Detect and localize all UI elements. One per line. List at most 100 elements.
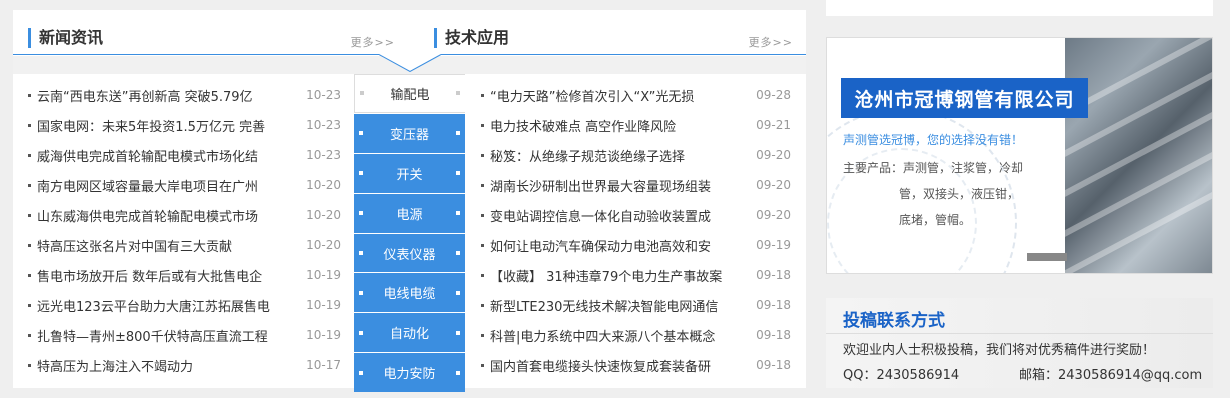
bullet-icon bbox=[481, 363, 484, 367]
list-item[interactable]: 扎鲁特—青州±800千伏特高压直流工程 10-19 bbox=[28, 320, 341, 350]
tech-date: 09-21 bbox=[756, 118, 791, 132]
category-tab-active[interactable]: 输配电 bbox=[354, 74, 465, 113]
category-tab[interactable]: 电力安防 bbox=[354, 353, 465, 393]
news-link[interactable]: 远光电123云平台助力大唐江苏拓展售电 bbox=[37, 296, 280, 315]
tech-date: 09-20 bbox=[756, 178, 791, 192]
bullet-icon bbox=[28, 363, 31, 367]
ad-slider-indicator bbox=[1027, 253, 1067, 261]
list-item[interactable]: 新型LTE230无线技术解决智能电网通信 09-18 bbox=[481, 290, 791, 320]
category-label: 电力安防 bbox=[383, 367, 436, 383]
list-item[interactable]: 南方电网区域容量最大岸电项目在广州 10-20 bbox=[28, 170, 341, 200]
tech-link[interactable]: 电力技术破难点 高空作业降风险 bbox=[490, 116, 742, 135]
list-item[interactable]: 国家电网：未来5年投资1.5万亿元 完善 10-23 bbox=[28, 110, 341, 140]
dot-icon bbox=[359, 330, 363, 335]
steel-pipes-photo bbox=[1055, 38, 1212, 273]
dot-icon bbox=[456, 370, 460, 375]
divider bbox=[826, 333, 1213, 334]
list-item[interactable]: 特高压这张名片对中国有三大贡献 10-20 bbox=[28, 230, 341, 260]
list-item[interactable]: 特高压为上海注入不竭动力 10-17 bbox=[28, 350, 341, 380]
list-item[interactable]: 国内首套电缆接头快速恢复成套装备研 09-18 bbox=[481, 350, 791, 380]
ad-banner[interactable]: 沧州市冠博钢管有限公司 声测管选冠博，您的选择没有错！ 主要产品：声测管，注浆管… bbox=[826, 37, 1213, 274]
news-more-link[interactable]: 更多>> bbox=[351, 34, 395, 50]
dot-icon bbox=[456, 211, 460, 216]
list-item[interactable]: 电力技术破难点 高空作业降风险 09-21 bbox=[481, 110, 791, 140]
dot-icon bbox=[456, 251, 460, 255]
bullet-icon bbox=[481, 153, 484, 157]
dot-icon bbox=[360, 91, 364, 96]
ad-products-line: 底堵，管帽。 bbox=[899, 213, 972, 227]
category-tab[interactable]: 电源 bbox=[354, 193, 465, 233]
tech-date: 09-18 bbox=[756, 298, 791, 312]
tech-link[interactable]: 【收藏】 31种违章79个电力生产事故案 bbox=[490, 266, 742, 285]
tech-date: 09-20 bbox=[756, 208, 791, 222]
news-link[interactable]: 特高压这张名片对中国有三大贡献 bbox=[37, 236, 280, 255]
tech-link[interactable]: 秘笈：从绝缘子规范谈绝缘子选择 bbox=[490, 146, 742, 165]
news-link[interactable]: 南方电网区域容量最大岸电项目在广州 bbox=[37, 176, 280, 195]
bullet-icon bbox=[28, 183, 31, 187]
news-date: 10-23 bbox=[306, 88, 341, 102]
dot-icon bbox=[359, 171, 363, 176]
tech-title: 技术应用 bbox=[434, 28, 509, 48]
dot-icon bbox=[456, 91, 460, 96]
list-item[interactable]: 云南“西电东送”再创新高 突破5.79亿 10-23 bbox=[28, 80, 341, 110]
contact-email[interactable]: 邮箱：2430586914@qq.com bbox=[1019, 364, 1202, 383]
category-tab[interactable]: 仪表仪器 bbox=[354, 233, 465, 273]
list-item[interactable]: 秘笈：从绝缘子规范谈绝缘子选择 09-20 bbox=[481, 140, 791, 170]
list-item[interactable]: “电力天路”检修首次引入“X”光无损 09-28 bbox=[481, 80, 791, 110]
category-label: 变压器 bbox=[389, 127, 429, 143]
tech-date: 09-28 bbox=[756, 88, 791, 102]
news-link[interactable]: 威海供电完成首轮输配电模式市场化结 bbox=[37, 146, 280, 165]
list-item[interactable]: 变电站调控信息一体化自动验收装置成 09-20 bbox=[481, 200, 791, 230]
category-tab[interactable]: 自动化 bbox=[354, 313, 465, 353]
list-item[interactable]: 山东威海供电完成首轮输配电模式市场 10-20 bbox=[28, 200, 341, 230]
bullet-icon bbox=[481, 333, 484, 337]
category-menu: 输配电 变压器 开关 电源 仪表仪器 电线电缆 自动化 电力安防 bbox=[354, 74, 465, 393]
ad-company-name: 沧州市冠博钢管有限公司 bbox=[841, 78, 1088, 118]
tech-link[interactable]: “电力天路”检修首次引入“X”光无损 bbox=[490, 86, 742, 105]
list-item[interactable]: 科普|电力系统中四大来源八个基本概念 09-18 bbox=[481, 320, 791, 350]
dot-icon bbox=[359, 131, 363, 136]
news-link[interactable]: 国家电网：未来5年投资1.5万亿元 完善 bbox=[37, 116, 280, 135]
tech-date: 09-19 bbox=[756, 238, 791, 252]
tech-link[interactable]: 新型LTE230无线技术解决智能电网通信 bbox=[490, 296, 742, 315]
bullet-icon bbox=[481, 273, 484, 277]
dot-icon bbox=[359, 211, 363, 216]
tech-list: “电力天路”检修首次引入“X”光无损 09-28 电力技术破难点 高空作业降风险 0… bbox=[481, 80, 791, 380]
news-tech-panel: 新闻资讯 更多>> 技术应用 更多>> 云南“西电东送”再创新高 突破5.79亿… bbox=[13, 10, 806, 393]
tech-date: 09-18 bbox=[756, 268, 791, 282]
news-link[interactable]: 特高压为上海注入不竭动力 bbox=[37, 356, 280, 375]
list-item[interactable]: 远光电123云平台助力大唐江苏拓展售电 10-19 bbox=[28, 290, 341, 320]
tech-link[interactable]: 科普|电力系统中四大来源八个基本概念 bbox=[490, 326, 742, 345]
news-link[interactable]: 售电市场放开后 数年后或有大批售电企 bbox=[37, 266, 280, 285]
tech-link[interactable]: 如何让电动汽车确保动力电池高效和安 bbox=[490, 236, 742, 255]
list-item[interactable]: 售电市场放开后 数年后或有大批售电企 10-19 bbox=[28, 260, 341, 290]
tech-header: 技术应用 更多>> bbox=[434, 10, 799, 54]
tech-link[interactable]: 湖南长沙研制出世界最大容量现场组装 bbox=[490, 176, 742, 195]
ad-products: 主要产品：声测管，注浆管，冷却 管，双接头，液压钳， 底堵，管帽。 bbox=[843, 155, 1058, 233]
tech-date: 09-18 bbox=[756, 358, 791, 372]
category-tab[interactable]: 变压器 bbox=[354, 113, 465, 153]
top-right-box bbox=[826, 0, 1213, 16]
news-link[interactable]: 扎鲁特—青州±800千伏特高压直流工程 bbox=[37, 326, 280, 345]
tech-link[interactable]: 国内首套电缆接头快速恢复成套装备研 bbox=[490, 356, 742, 375]
list-item[interactable]: 【收藏】 31种违章79个电力生产事故案 09-18 bbox=[481, 260, 791, 290]
list-item[interactable]: 威海供电完成首轮输配电模式市场化结 10-23 bbox=[28, 140, 341, 170]
dot-icon bbox=[359, 251, 363, 255]
news-link[interactable]: 云南“西电东送”再创新高 突破5.79亿 bbox=[37, 86, 280, 105]
bullet-icon bbox=[28, 213, 31, 217]
news-link[interactable]: 山东威海供电完成首轮输配电模式市场 bbox=[37, 206, 280, 225]
category-tab[interactable]: 电线电缆 bbox=[354, 273, 465, 313]
tech-underline bbox=[441, 54, 806, 55]
list-item[interactable]: 如何让电动汽车确保动力电池高效和安 09-19 bbox=[481, 230, 791, 260]
contact-text: 欢迎业内人士积极投稿，我们将对优秀稿件进行奖励！ bbox=[843, 343, 1156, 358]
bullet-icon bbox=[481, 93, 484, 97]
list-item[interactable]: 湖南长沙研制出世界最大容量现场组装 09-20 bbox=[481, 170, 791, 200]
category-tab[interactable]: 开关 bbox=[354, 153, 465, 193]
tech-more-link[interactable]: 更多>> bbox=[749, 34, 793, 50]
bullet-icon bbox=[28, 123, 31, 127]
news-title: 新闻资讯 bbox=[28, 28, 103, 48]
dot-icon bbox=[359, 290, 363, 295]
dot-icon bbox=[456, 330, 460, 335]
ad-products-line: 主要产品：声测管，注浆管，冷却 bbox=[843, 161, 1024, 175]
tech-link[interactable]: 变电站调控信息一体化自动验收装置成 bbox=[490, 206, 742, 225]
